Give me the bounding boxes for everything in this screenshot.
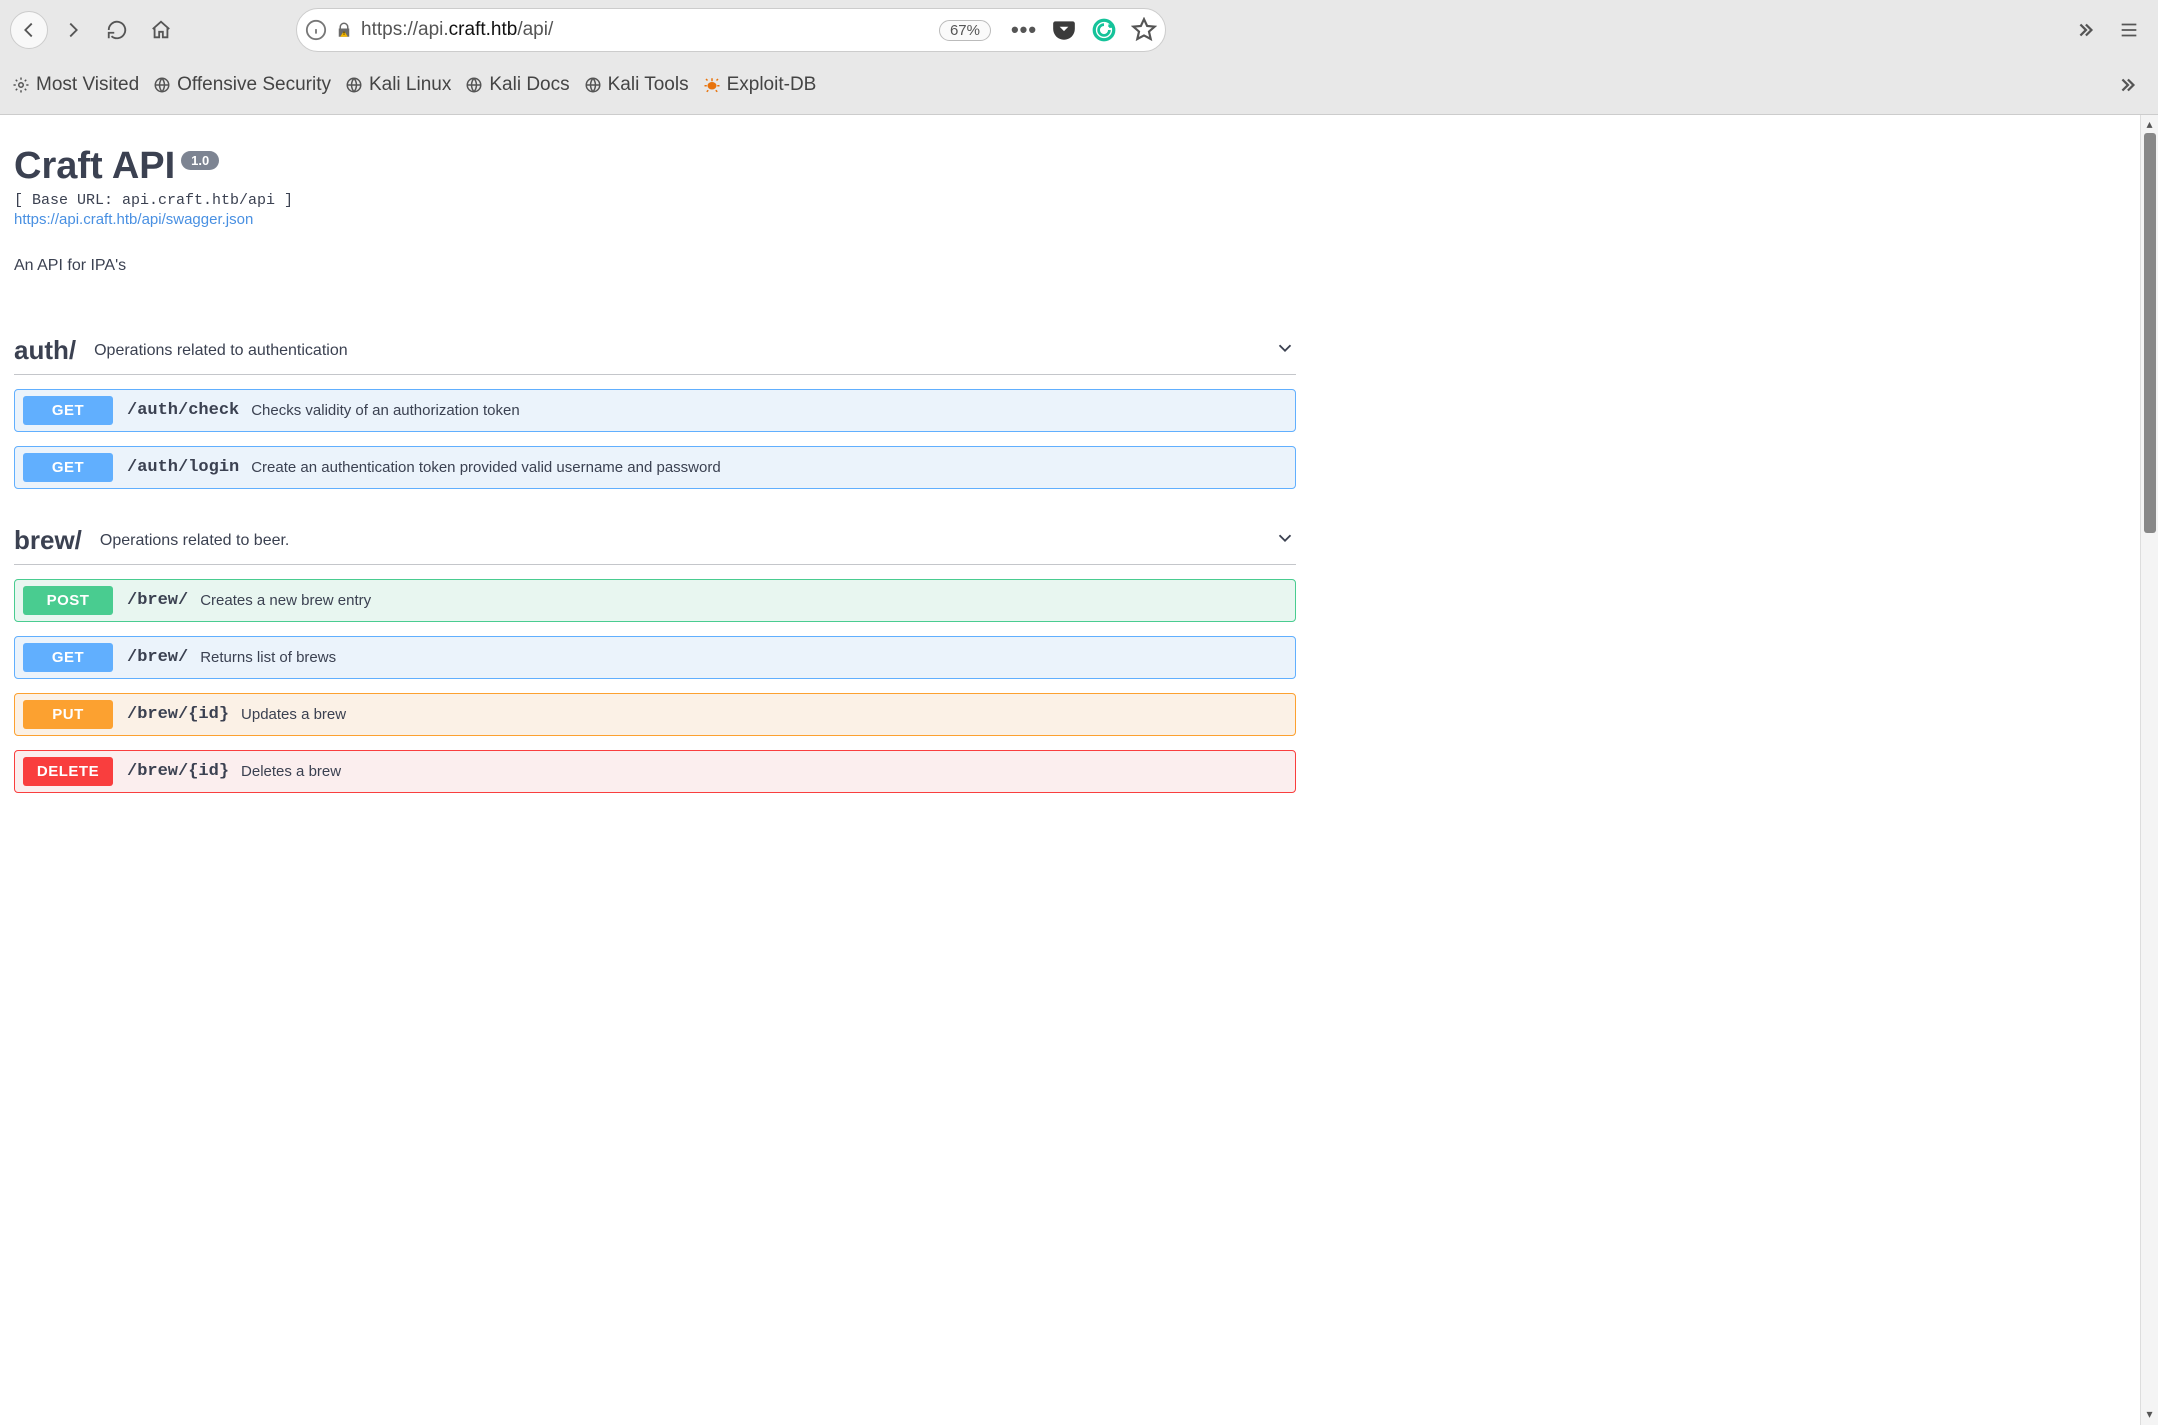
method-badge: POST xyxy=(23,586,113,615)
swagger-ui: Craft API 1.0 [ Base URL: api.craft.htb/… xyxy=(0,115,1310,793)
op-path: /brew/{id} xyxy=(127,762,229,781)
more-actions-icon[interactable]: ••• xyxy=(1011,17,1037,43)
method-badge: DELETE xyxy=(23,757,113,786)
overflow-toolbar-icon[interactable] xyxy=(2066,11,2104,49)
scroll-down-arrow[interactable]: ▾ xyxy=(2146,1405,2152,1423)
op-summary: Deletes a brew xyxy=(241,763,341,780)
op-summary: Updates a brew xyxy=(241,706,346,723)
section-header-auth[interactable]: auth/ Operations related to authenticati… xyxy=(14,335,1296,375)
section-desc: Operations related to beer. xyxy=(100,532,289,550)
section-header-brew[interactable]: brew/ Operations related to beer. xyxy=(14,525,1296,565)
address-bar[interactable]: https://api.craft.htb/api/ 67% ••• xyxy=(296,8,1166,52)
op-summary: Create an authentication token provided … xyxy=(251,459,720,476)
op-path: /brew/ xyxy=(127,591,188,610)
api-base-url: [ Base URL: api.craft.htb/api ] xyxy=(14,192,1296,209)
op-auth-login[interactable]: GET /auth/login Create an authentication… xyxy=(14,446,1296,489)
bookmarks-overflow-icon[interactable] xyxy=(2108,66,2146,104)
section-auth: auth/ Operations related to authenticati… xyxy=(14,335,1296,489)
op-brew-list[interactable]: GET /brew/ Returns list of brews xyxy=(14,636,1296,679)
site-info-icon[interactable] xyxy=(305,19,327,41)
bookmark-exploit-db[interactable]: Exploit-DB xyxy=(703,74,817,96)
op-brew-delete[interactable]: DELETE /brew/{id} Deletes a brew xyxy=(14,750,1296,793)
hamburger-menu-icon[interactable] xyxy=(2110,11,2148,49)
chevron-down-icon xyxy=(1274,527,1296,554)
op-auth-check[interactable]: GET /auth/check Checks validity of an au… xyxy=(14,389,1296,432)
bookmark-offensive-security[interactable]: Offensive Security xyxy=(153,74,331,96)
bookmark-star-icon[interactable] xyxy=(1131,17,1157,43)
scroll-up-arrow[interactable]: ▴ xyxy=(2146,115,2152,133)
op-path: /brew/ xyxy=(127,648,188,667)
vertical-scrollbar[interactable]: ▴ ▾ xyxy=(2140,115,2158,1425)
method-badge: GET xyxy=(23,396,113,425)
reload-button[interactable] xyxy=(98,11,136,49)
back-button[interactable] xyxy=(10,11,48,49)
section-brew: brew/ Operations related to beer. POST /… xyxy=(14,525,1296,793)
bookmark-most-visited[interactable]: Most Visited xyxy=(12,74,139,96)
bookmark-kali-tools[interactable]: Kali Tools xyxy=(584,74,689,96)
op-brew-update[interactable]: PUT /brew/{id} Updates a brew xyxy=(14,693,1296,736)
op-summary: Checks validity of an authorization toke… xyxy=(251,402,519,419)
navigation-bar: https://api.craft.htb/api/ 67% ••• xyxy=(0,0,2158,60)
home-button[interactable] xyxy=(142,11,180,49)
section-name: brew/ xyxy=(14,525,82,556)
chevron-down-icon xyxy=(1274,337,1296,364)
op-path: /brew/{id} xyxy=(127,705,229,724)
api-version-badge: 1.0 xyxy=(181,151,219,170)
bookmarks-bar: Most Visited Offensive Security Kali Lin… xyxy=(0,60,2158,114)
url-text: https://api.craft.htb/api/ xyxy=(361,19,553,41)
method-badge: GET xyxy=(23,453,113,482)
op-path: /auth/check xyxy=(127,401,239,420)
page-viewport: Craft API 1.0 [ Base URL: api.craft.htb/… xyxy=(0,115,2158,1425)
swagger-json-link[interactable]: https://api.craft.htb/api/swagger.json xyxy=(14,211,253,228)
api-title: Craft API 1.0 xyxy=(14,145,1296,188)
scroll-thumb[interactable] xyxy=(2144,133,2156,533)
pocket-icon[interactable] xyxy=(1051,17,1077,43)
browser-chrome: https://api.craft.htb/api/ 67% ••• xyxy=(0,0,2158,115)
lock-warning-icon[interactable] xyxy=(333,19,355,41)
bookmark-kali-docs[interactable]: Kali Docs xyxy=(465,74,569,96)
op-brew-create[interactable]: POST /brew/ Creates a new brew entry xyxy=(14,579,1296,622)
op-summary: Returns list of brews xyxy=(200,649,336,666)
forward-button[interactable] xyxy=(54,11,92,49)
section-desc: Operations related to authentication xyxy=(94,342,348,360)
op-summary: Creates a new brew entry xyxy=(200,592,371,609)
method-badge: PUT xyxy=(23,700,113,729)
api-description: An API for IPA's xyxy=(14,257,1296,275)
section-name: auth/ xyxy=(14,335,76,366)
op-path: /auth/login xyxy=(127,458,239,477)
grammarly-icon[interactable] xyxy=(1091,17,1117,43)
bookmark-kali-linux[interactable]: Kali Linux xyxy=(345,74,451,96)
method-badge: GET xyxy=(23,643,113,672)
zoom-badge[interactable]: 67% xyxy=(939,20,991,41)
